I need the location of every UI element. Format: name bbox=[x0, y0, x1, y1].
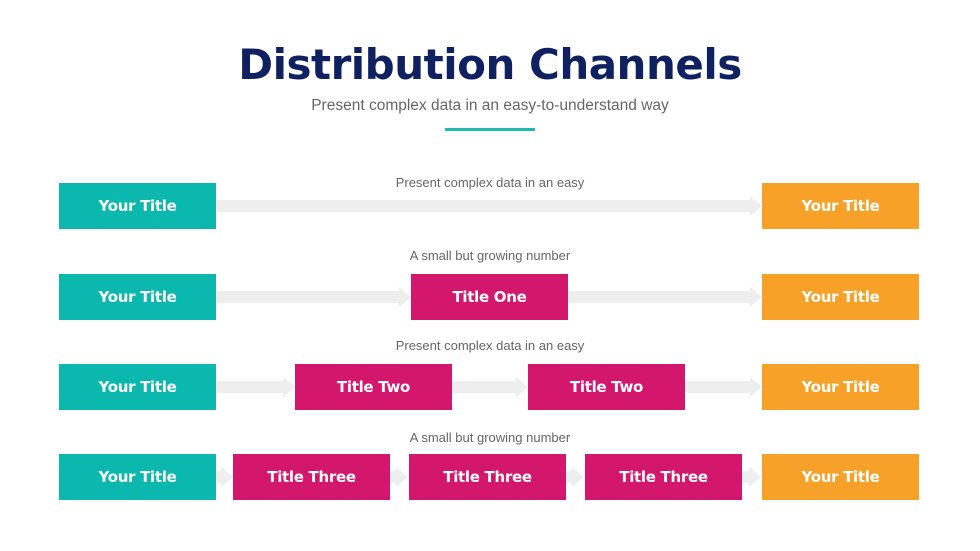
row-2-caption: A small but growing number bbox=[409, 248, 571, 263]
row-2-arrow-2 bbox=[568, 274, 762, 320]
title-underline bbox=[445, 128, 535, 131]
row-3-end-box: Your Title bbox=[762, 364, 919, 410]
row-4-start-box: Your Title bbox=[59, 454, 216, 500]
row-3-middle-box-1: Title Two bbox=[295, 364, 452, 410]
row-4-arrow-1 bbox=[216, 454, 233, 500]
row-2-end-box: Your Title bbox=[762, 274, 919, 320]
row-1-arrow-1 bbox=[216, 183, 762, 229]
row-3-arrow-1 bbox=[216, 364, 295, 410]
row-1-end-box: Your Title bbox=[762, 183, 919, 229]
row-3-arrow-2 bbox=[452, 364, 528, 410]
row-3-arrow-3 bbox=[685, 364, 762, 410]
row-2-arrow-1 bbox=[216, 274, 411, 320]
row-4-middle-box-2: Title Three bbox=[409, 454, 566, 500]
row-3-start-box: Your Title bbox=[59, 364, 216, 410]
row-4-middle-box-3: Title Three bbox=[585, 454, 742, 500]
row-4-caption: A small but growing number bbox=[409, 430, 571, 445]
row-3-caption: Present complex data in an easy bbox=[395, 338, 585, 353]
row-4-arrow-2 bbox=[390, 454, 409, 500]
row-4-arrow-3 bbox=[566, 454, 585, 500]
row-4-arrow-4 bbox=[742, 454, 762, 500]
row-2-middle-box-1: Title One bbox=[411, 274, 568, 320]
row-3-middle-box-2: Title Two bbox=[528, 364, 685, 410]
row-4-end-box: Your Title bbox=[762, 454, 919, 500]
row-4-middle-box-1: Title Three bbox=[233, 454, 390, 500]
page-subtitle: Present complex data in an easy-to-under… bbox=[311, 97, 669, 114]
page-title: Distribution Channels bbox=[238, 40, 742, 89]
row-2-start-box: Your Title bbox=[59, 274, 216, 320]
row-1-start-box: Your Title bbox=[59, 183, 216, 229]
